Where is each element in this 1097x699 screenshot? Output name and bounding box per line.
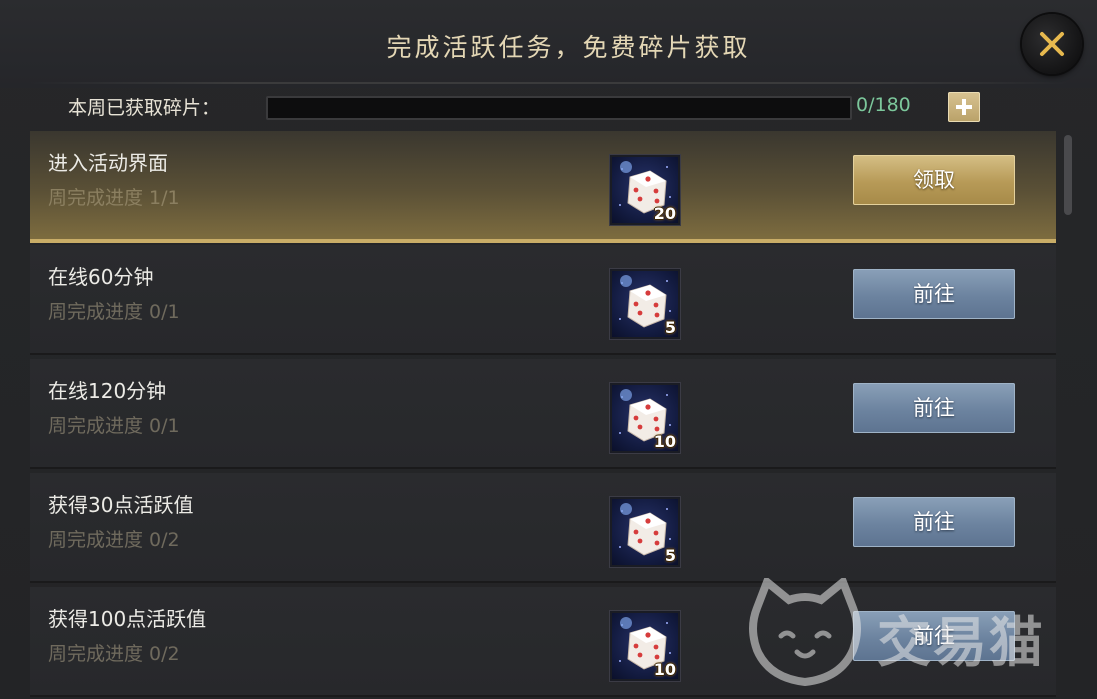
task-row: 进入活动界面 周完成进度 1/1 20 领取 <box>30 131 1056 243</box>
task-name: 获得100点活跃值 <box>48 607 207 631</box>
header-divider <box>30 82 1067 84</box>
reward-count: 5 <box>664 546 676 565</box>
go-button[interactable]: 前往 <box>853 383 1015 433</box>
task-row: 获得30点活跃值 周完成进度 0/2 5 前往 <box>30 473 1056 583</box>
reward-count: 10 <box>653 432 676 451</box>
task-progress: 周完成进度 0/2 <box>48 529 180 551</box>
panel-title: 完成活跃任务，免费碎片获取 <box>386 33 751 62</box>
task-progress: 周完成进度 0/2 <box>48 643 180 665</box>
add-fragments-button[interactable] <box>948 92 980 122</box>
task-name: 在线60分钟 <box>48 265 154 289</box>
task-progress: 周完成进度 0/1 <box>48 301 180 323</box>
reward-item[interactable]: 5 <box>610 269 680 339</box>
weekly-fragments-count: 0/180 <box>856 94 911 116</box>
go-button[interactable]: 前往 <box>853 497 1015 547</box>
plus-icon <box>956 99 972 115</box>
reward-item[interactable]: 20 <box>610 155 680 225</box>
weekly-progress-bar <box>266 96 852 120</box>
reward-count: 10 <box>653 660 676 679</box>
reward-item[interactable]: 10 <box>610 383 680 453</box>
task-row: 在线120分钟 周完成进度 0/1 10 前往 <box>30 359 1056 469</box>
task-name: 获得30点活跃值 <box>48 493 194 517</box>
task-list-scrollbar[interactable] <box>1063 131 1073 699</box>
reward-item[interactable]: 5 <box>610 497 680 567</box>
reward-count: 5 <box>664 318 676 337</box>
scroll-thumb[interactable] <box>1064 135 1072 215</box>
go-button[interactable]: 前往 <box>853 269 1015 319</box>
task-list[interactable]: 进入活动界面 周完成进度 1/1 20 领取 在线60分钟 周完成进度 0/1 … <box>30 131 1056 699</box>
task-progress: 周完成进度 0/1 <box>48 415 180 437</box>
task-row: 获得100点活跃值 周完成进度 0/2 10 前往 <box>30 587 1056 697</box>
close-icon <box>1040 32 1064 56</box>
panel-header: 完成活跃任务，免费碎片获取 <box>0 0 1097 88</box>
reward-item[interactable]: 10 <box>610 611 680 681</box>
task-name: 进入活动界面 <box>48 151 168 175</box>
task-name: 在线120分钟 <box>48 379 167 403</box>
go-button[interactable]: 前往 <box>853 611 1015 661</box>
task-progress: 周完成进度 1/1 <box>48 187 180 209</box>
close-button[interactable] <box>1022 14 1082 74</box>
claim-button[interactable]: 领取 <box>853 155 1015 205</box>
task-panel: 完成活跃任务，免费碎片获取 本周已获取碎片： 0/180 进入活动界面 周完成进… <box>0 0 1097 699</box>
reward-count: 20 <box>653 204 676 223</box>
task-row: 在线60分钟 周完成进度 0/1 5 前往 <box>30 245 1056 355</box>
weekly-fragments-label: 本周已获取碎片： <box>68 97 221 119</box>
